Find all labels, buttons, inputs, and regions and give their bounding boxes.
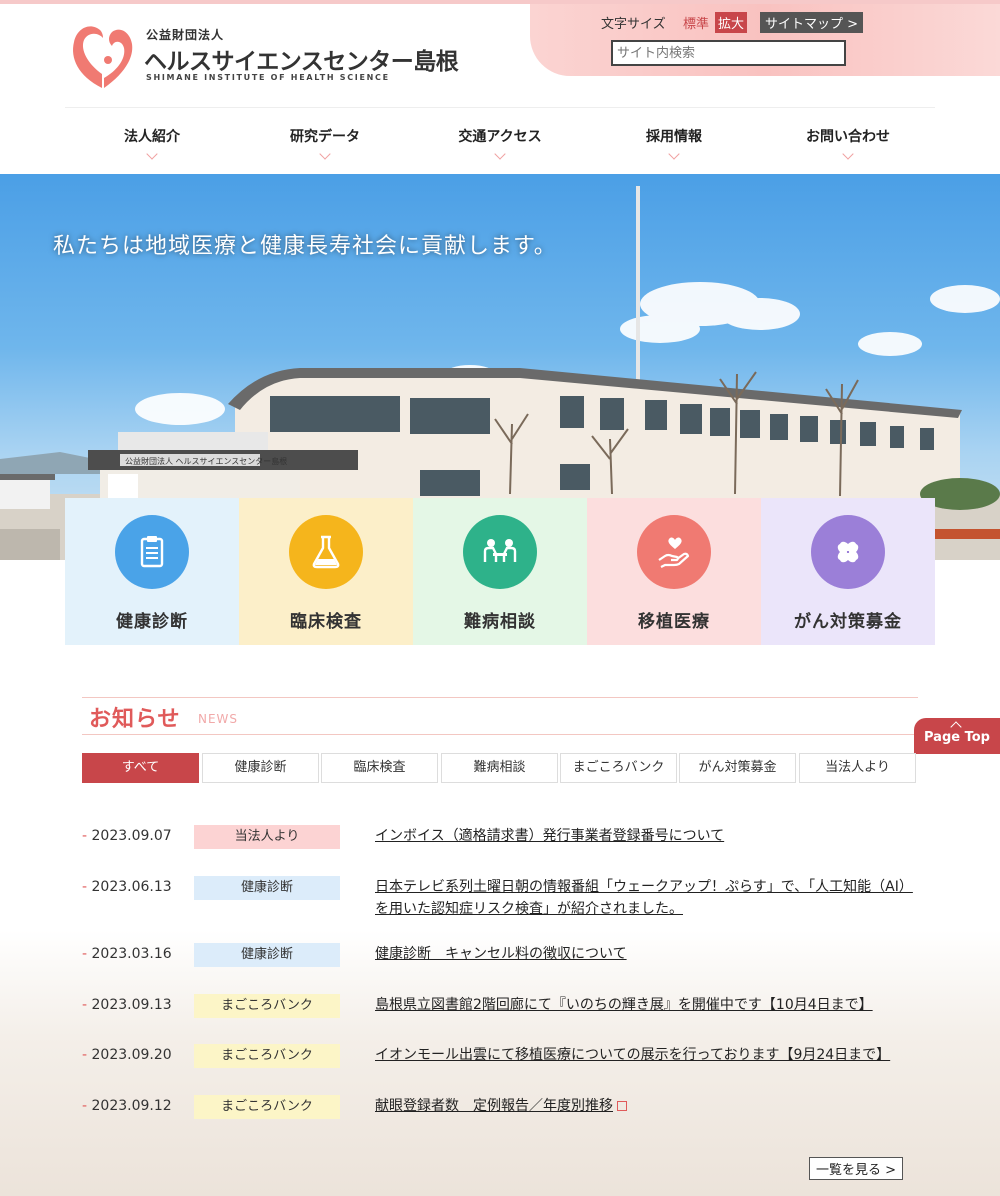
nav-item-contact[interactable]: お問い合わせ xyxy=(768,126,928,160)
news-link[interactable]: 日本テレビ系列土曜日朝の情報番組「ウェークアップ！ぷらす」で、「人工知能（AI）… xyxy=(375,876,920,920)
news-date: - 2023.03.16 xyxy=(82,946,172,962)
chevron-down-icon xyxy=(668,148,680,160)
news-title: お知らせ xyxy=(89,707,181,732)
logo-name[interactable]: ヘルスサイエンスセンター島根 xyxy=(144,42,459,76)
main-nav: 法人紹介 研究データ 交通アクセス 採用情報 お問い合わせ xyxy=(65,107,935,169)
tile-icon-circle xyxy=(811,515,885,589)
hero-caption: 私たちは地域医療と健康長寿社会に貢献します。 xyxy=(53,234,557,259)
news-category-badge: まごころバンク xyxy=(194,1044,340,1068)
nav-item-recruit[interactable]: 採用情報 xyxy=(594,126,754,160)
font-size-standard-button[interactable]: 標準 xyxy=(680,12,712,33)
font-size-large-button[interactable]: 拡大 xyxy=(715,12,748,33)
nav-label: 法人紹介 xyxy=(124,129,180,145)
filter-tab-all[interactable]: すべて xyxy=(82,753,199,783)
filter-tab-cancer-fund[interactable]: がん対策募金 xyxy=(679,753,796,783)
news-link[interactable]: 島根県立図書館2階回廊にて『いのちの輝き展』を開催中です【10月4日まで】 xyxy=(375,994,920,1016)
news-category-badge: 健康診断 xyxy=(194,876,340,900)
chevron-down-icon xyxy=(146,148,158,160)
building-sign: 公益財団法人 ヘルスサイエンスセンター島根 xyxy=(125,456,287,466)
page-top-button[interactable]: Page Top xyxy=(914,718,1000,754)
news-date: - 2023.09.13 xyxy=(82,997,172,1013)
nav-label: 採用情報 xyxy=(646,129,702,145)
heart-hand-icon xyxy=(658,537,690,568)
tile-clinical-test[interactable]: 臨床検査 xyxy=(239,498,413,645)
news-link[interactable]: イオンモール出雲にて移植医療についての展示を行っております【9月24日まで】 xyxy=(375,1044,920,1066)
news-subtitle: NEWS xyxy=(198,712,239,726)
nav-item-research[interactable]: 研究データ xyxy=(245,126,405,160)
logo-mark-icon[interactable] xyxy=(68,18,138,94)
clover-icon xyxy=(837,541,859,563)
news-category-badge: まごころバンク xyxy=(194,994,340,1018)
nav-label: 交通アクセス xyxy=(458,129,542,145)
logo-english: SHIMANE INSTITUTE OF HEALTH SCIENCE xyxy=(146,73,390,82)
news-date: - 2023.06.13 xyxy=(82,879,172,895)
chevron-down-icon xyxy=(319,148,331,160)
news-category-badge: まごころバンク xyxy=(194,1095,340,1119)
consultation-icon xyxy=(483,539,517,562)
tile-icon-circle xyxy=(637,515,711,589)
news-link[interactable]: 献眼登録者数 定例報告／年度別推移 xyxy=(375,1095,920,1117)
news-link[interactable]: インボイス（適格請求書）発行事業者登録番号について xyxy=(375,825,920,847)
tile-label: 健康診断 xyxy=(116,612,188,632)
tile-transplant[interactable]: 移植医療 xyxy=(587,498,761,645)
nav-label: 研究データ xyxy=(290,129,360,145)
nav-item-about[interactable]: 法人紹介 xyxy=(72,126,232,160)
news-date: - 2023.09.20 xyxy=(82,1047,172,1063)
news-filter-tabs: すべて 健康診断 臨床検査 難病相談 まごころバンク がん対策募金 当法人より xyxy=(82,753,918,783)
tile-label: 移植医療 xyxy=(638,612,710,632)
tile-label: 臨床検査 xyxy=(290,612,362,632)
filter-tab-from-corporation[interactable]: 当法人より xyxy=(799,753,916,783)
nav-label: お問い合わせ xyxy=(806,129,890,145)
external-link-icon xyxy=(617,1101,627,1111)
page-top-label: Page Top xyxy=(924,730,990,745)
tile-health-checkup[interactable]: 健康診断 xyxy=(65,498,239,645)
tile-icon-circle xyxy=(115,515,189,589)
sitemap-button[interactable]: サイトマップ > xyxy=(760,12,864,33)
site-header: 公益財団法人 ヘルスサイエンスセンター島根 SHIMANE INSTITUTE … xyxy=(0,0,1000,106)
font-size-label: 文字サイズ xyxy=(601,17,666,32)
filter-tab-clinical-test[interactable]: 臨床検査 xyxy=(321,753,438,783)
filter-tab-intractable-disease[interactable]: 難病相談 xyxy=(441,753,558,783)
news-category-badge: 当法人より xyxy=(194,825,340,849)
clipboard-icon xyxy=(140,536,164,568)
tile-icon-circle xyxy=(289,515,363,589)
category-tiles: 健康診断 臨床検査 難病相談 移植医療 がん対策募金 xyxy=(65,498,935,645)
search-input[interactable] xyxy=(611,40,846,66)
logo-prefix: 公益財団法人 xyxy=(146,28,225,42)
chevron-down-icon xyxy=(842,148,854,160)
news-date: - 2023.09.12 xyxy=(82,1098,172,1114)
tile-label: がん対策募金 xyxy=(794,612,902,632)
news-link[interactable]: 健康診断 キャンセル料の徴収について xyxy=(375,943,920,965)
tile-label: 難病相談 xyxy=(464,612,536,632)
tile-icon-circle xyxy=(463,515,537,589)
news-more-button[interactable]: 一覧を見る > xyxy=(809,1157,904,1180)
filter-tab-health-checkup[interactable]: 健康診断 xyxy=(202,753,319,783)
flask-icon xyxy=(312,535,340,569)
filter-tab-magokoro-bank[interactable]: まごころバンク xyxy=(560,753,677,783)
news-category-badge: 健康診断 xyxy=(194,943,340,967)
nav-item-access[interactable]: 交通アクセス xyxy=(420,126,580,160)
tile-intractable-disease[interactable]: 難病相談 xyxy=(413,498,587,645)
news-heading: お知らせ NEWS xyxy=(82,697,918,735)
tile-cancer-fund[interactable]: がん対策募金 xyxy=(761,498,935,645)
chevron-down-icon xyxy=(494,148,506,160)
news-date: - 2023.09.07 xyxy=(82,828,172,844)
